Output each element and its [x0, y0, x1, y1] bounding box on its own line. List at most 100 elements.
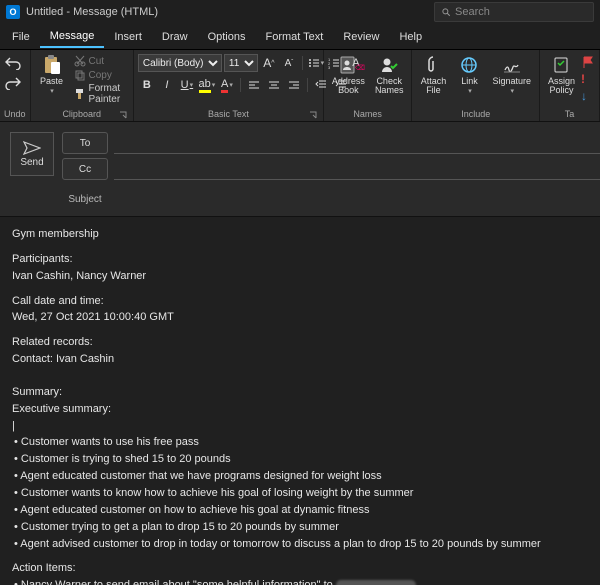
- redacted-value: [336, 580, 416, 585]
- signature-label: Signature: [492, 77, 531, 86]
- low-importance-icon[interactable]: ↓: [581, 89, 595, 103]
- send-button[interactable]: Send: [10, 132, 54, 176]
- font-color-button[interactable]: A▾: [218, 76, 236, 94]
- related-label: Related records:: [12, 335, 588, 350]
- font-size-combo[interactable]: 11: [224, 54, 258, 72]
- align-center-button[interactable]: [265, 76, 283, 94]
- cc-field[interactable]: [114, 158, 600, 180]
- ribbon: Undo Paste ▾ Cut Copy Format Painter Cli…: [0, 50, 600, 122]
- follow-up-flag-icon[interactable]: [581, 55, 595, 69]
- check-names-label: Check Names: [375, 77, 404, 96]
- copy-button[interactable]: Copy: [71, 68, 129, 82]
- ribbon-group-label-clipboard: Clipboard: [35, 108, 129, 121]
- summary-bullet: • Agent educated customer that we have p…: [12, 469, 588, 484]
- underline-button[interactable]: U▾: [178, 76, 196, 94]
- send-icon: [23, 141, 41, 155]
- menu-format-text[interactable]: Format Text: [255, 27, 333, 47]
- menu-options[interactable]: Options: [198, 27, 256, 47]
- paste-button[interactable]: Paste ▾: [35, 52, 69, 97]
- ribbon-group-label-tags: Ta: [544, 108, 595, 121]
- bold-button[interactable]: B: [138, 76, 156, 94]
- paste-label: Paste: [40, 77, 63, 86]
- search-icon: [441, 7, 451, 17]
- text-cursor: |: [12, 419, 588, 434]
- related-value: Contact: Ivan Cashin: [12, 352, 588, 367]
- align-left-button[interactable]: [245, 76, 263, 94]
- to-field[interactable]: [114, 132, 600, 154]
- ribbon-group-undo: Undo: [0, 50, 31, 121]
- subject-label: Subject: [62, 194, 108, 205]
- signature-button[interactable]: Signature ▾: [488, 52, 535, 97]
- menu-bar: File Message Insert Draw Options Format …: [0, 24, 600, 50]
- grow-font-button[interactable]: A^: [260, 54, 278, 72]
- font-name-combo[interactable]: Calibri (Body): [138, 54, 222, 72]
- dialog-launcher-icon[interactable]: [309, 111, 317, 119]
- assign-policy-button[interactable]: Assign Policy: [544, 52, 579, 98]
- menu-help[interactable]: Help: [389, 27, 432, 47]
- send-label: Send: [20, 157, 43, 168]
- summary-label: Summary:: [12, 385, 588, 400]
- chevron-down-icon: ▾: [50, 87, 54, 95]
- attach-file-label: Attach File: [421, 77, 447, 96]
- italic-button[interactable]: I: [158, 76, 176, 94]
- menu-draw[interactable]: Draw: [152, 27, 198, 47]
- chevron-down-icon: ▾: [468, 87, 472, 95]
- summary-bullet: • Agent educated customer on how to achi…: [12, 503, 588, 518]
- summary-bullet: • Customer wants to use his free pass: [12, 435, 588, 450]
- cut-label: Cut: [89, 56, 105, 67]
- high-importance-icon[interactable]: !: [581, 72, 595, 86]
- ribbon-group-label-include: Include: [416, 108, 535, 121]
- summary-bullet: • Customer is trying to shed 15 to 20 po…: [12, 452, 588, 467]
- ribbon-group-label-names: Names: [328, 108, 408, 121]
- ribbon-group-basic-text: Calibri (Body) 11 A^ Aˇ ▾ 123▾ A⌫ B I U▾…: [134, 50, 324, 121]
- menu-message[interactable]: Message: [40, 26, 105, 48]
- ribbon-group-names: Address Book Check Names Names: [324, 50, 413, 121]
- summary-bullet: • Agent advised customer to drop in toda…: [12, 537, 588, 552]
- calldate-value: Wed, 27 Oct 2021 10:00:40 GMT: [12, 310, 588, 325]
- ribbon-group-clipboard: Paste ▾ Cut Copy Format Painter Clipboar…: [31, 50, 134, 121]
- message-body[interactable]: Gym membership Participants: Ivan Cashin…: [0, 217, 600, 585]
- summary-bullet: • Customer trying to get a plan to drop …: [12, 520, 588, 535]
- assign-policy-label: Assign Policy: [548, 77, 575, 96]
- redo-button[interactable]: [4, 76, 22, 90]
- chevron-down-icon: ▾: [510, 87, 514, 95]
- highlight-button[interactable]: ab▾: [198, 76, 216, 94]
- subject-field[interactable]: [114, 188, 600, 210]
- search-placeholder: Search: [455, 6, 490, 18]
- copy-label: Copy: [89, 70, 112, 81]
- align-right-button[interactable]: [285, 76, 303, 94]
- participants-label: Participants:: [12, 252, 588, 267]
- outlook-app-icon: O: [6, 5, 20, 19]
- ribbon-group-tags: Assign Policy ! ↓ Ta: [540, 50, 600, 121]
- format-painter-button[interactable]: Format Painter: [71, 82, 129, 106]
- ribbon-group-include: Attach File Link ▾ Signature ▾ Include: [412, 50, 540, 121]
- link-button[interactable]: Link ▾: [452, 52, 486, 97]
- calldate-label: Call date and time:: [12, 294, 588, 309]
- title-bar: O Untitled - Message (HTML) Search: [0, 0, 600, 24]
- message-header: Send To Cc Subject: [0, 122, 600, 217]
- cc-button[interactable]: Cc: [62, 158, 108, 180]
- window-title: Untitled - Message (HTML): [26, 6, 428, 18]
- search-box[interactable]: Search: [434, 2, 594, 22]
- cut-button[interactable]: Cut: [71, 54, 129, 68]
- shrink-font-button[interactable]: Aˇ: [280, 54, 298, 72]
- action-item: • Nancy Warner to send email about "some…: [12, 578, 588, 585]
- undo-button[interactable]: [4, 56, 22, 70]
- ribbon-group-label-undo: Undo: [4, 108, 26, 121]
- check-names-button[interactable]: Check Names: [371, 52, 408, 98]
- clear-formatting-button[interactable]: A⌫: [347, 54, 365, 72]
- exec-summary-label: Executive summary:: [12, 402, 588, 417]
- dialog-launcher-icon[interactable]: [119, 111, 127, 119]
- menu-insert[interactable]: Insert: [104, 27, 152, 47]
- ribbon-group-label-basic-text: Basic Text: [138, 108, 319, 121]
- link-label: Link: [461, 77, 478, 86]
- format-painter-label: Format Painter: [89, 83, 126, 105]
- menu-review[interactable]: Review: [333, 27, 389, 47]
- to-button[interactable]: To: [62, 132, 108, 154]
- body-subject-line: Gym membership: [12, 227, 588, 242]
- attach-file-button[interactable]: Attach File: [416, 52, 450, 98]
- summary-bullet: • Customer wants to know how to achieve …: [12, 486, 588, 501]
- bullets-button[interactable]: ▾: [307, 54, 325, 72]
- menu-file[interactable]: File: [2, 27, 40, 47]
- participants-value: Ivan Cashin, Nancy Warner: [12, 269, 588, 284]
